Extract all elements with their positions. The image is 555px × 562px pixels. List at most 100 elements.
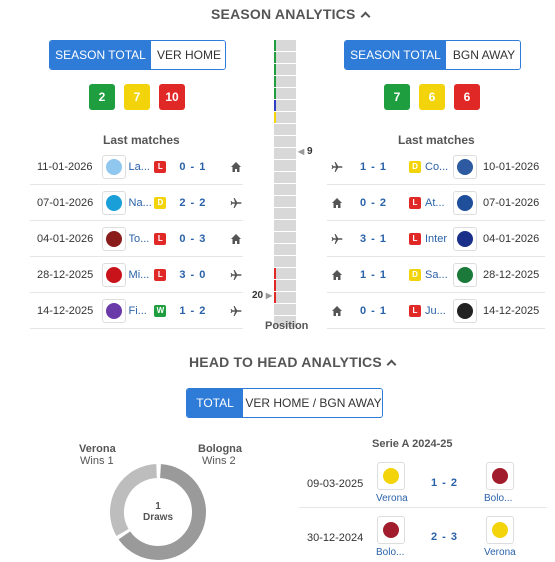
team-name[interactable]: To... [129,233,155,245]
team-name[interactable]: Inter [425,233,453,245]
position-zone-mark [274,280,276,291]
left-match-row[interactable]: 07-01-2026 Na... D 2 - 2 [30,185,243,221]
tab-h2h-ver-home-bgn-away[interactable]: VER HOME / BGN AWAY [243,389,382,417]
right-match-row[interactable]: 0 - 2 L At... 07-01-2026 [327,185,545,221]
h2h-home-team[interactable]: Bolo... [376,547,404,558]
position-zone-mark [274,64,276,75]
match-score[interactable]: 3 - 1 [360,233,404,245]
position-cell [274,244,296,255]
left-tabs: SEASON TOTAL VER HOME [49,40,226,70]
match-score[interactable]: 1 - 1 [360,161,404,173]
team-name[interactable]: Sa... [425,269,453,281]
match-score[interactable]: 1 - 2 [179,305,221,317]
position-marker-top: ◀ 9 [298,146,313,157]
tab-season-total-right[interactable]: SEASON TOTAL [345,41,446,69]
h2h-home-team[interactable]: Verona [376,493,408,504]
team-name[interactable]: La... [129,161,155,173]
team-crest [105,230,122,247]
position-cell [274,172,296,183]
home-team-logo-icon [377,462,405,490]
plane-icon [229,304,243,318]
team-logo-icon [101,190,126,215]
h2h-match-row[interactable]: 09-03-2025 Verona 1 - 2 Bolo... [299,458,547,508]
position-zone-mark [274,88,276,99]
right-match-row[interactable]: 1 - 1 D Co... 10-01-2026 [327,149,545,185]
h2h-match-date: 09-03-2025 [307,478,364,490]
position-marker-bottom: 20 ▶ [252,290,273,301]
right-tabs: SEASON TOTAL BGN AWAY [344,40,521,70]
result-badge: L [409,304,421,317]
h2h-match-score[interactable]: 1 - 2 [431,477,458,489]
team-name[interactable]: Co... [425,161,453,173]
right-losses-badge: 6 [454,84,480,110]
match-score[interactable]: 2 - 2 [179,197,221,209]
tab-ver-home[interactable]: VER HOME [151,41,225,69]
team-crest [457,302,473,319]
team-crest [457,158,473,175]
team-name[interactable]: Fi... [129,305,155,317]
position-cell [274,280,296,291]
team-name[interactable]: Ju... [425,305,453,317]
h2h-tabs: TOTAL VER HOME / BGN AWAY [186,388,383,418]
team-logo-icon [453,298,477,323]
plane-icon [330,232,344,246]
match-score[interactable]: 0 - 1 [179,161,221,173]
left-match-row[interactable]: 11-01-2026 La... L 0 - 1 [30,149,243,185]
match-score[interactable]: 1 - 1 [360,269,404,281]
tab-season-total-left[interactable]: SEASON TOTAL [50,41,151,69]
position-label: Position [265,320,309,332]
season-analytics-header[interactable]: SEASON ANALYTICS [211,6,370,22]
h2h-competition: Serie A 2024-25 [372,438,453,450]
team-crest [105,302,122,319]
right-match-row[interactable]: 0 - 1 L Ju... 14-12-2025 [327,293,545,329]
left-draws-badge: 7 [124,84,150,110]
match-date: 07-01-2026 [483,196,540,209]
h2h-draws-label: Draws [142,512,173,523]
h2h-away-team[interactable]: Bolo... [484,493,512,504]
team-logo-icon [101,154,126,179]
h2h-away-team[interactable]: Verona [484,547,516,558]
left-wins-badge: 2 [89,84,115,110]
tab-h2h-total[interactable]: TOTAL [187,389,243,417]
position-zone-mark [274,40,276,51]
left-match-row[interactable]: 04-01-2026 To... L 0 - 3 [30,221,243,257]
team-logo-icon [453,154,477,179]
position-cell [274,304,296,315]
position-zone-mark [274,52,276,63]
h2h-match-row[interactable]: 30-12-2024 Bolo... 2 - 3 Verona [299,512,547,562]
team-crest [457,194,473,211]
away-team-logo-icon [486,516,514,544]
match-score[interactable]: 0 - 3 [179,233,221,245]
team-crest [105,194,122,211]
position-zone-mark [274,76,276,87]
team-name[interactable]: Mi... [129,269,155,281]
left-match-row[interactable]: 14-12-2025 Fi... W 1 - 2 [30,293,243,329]
h2h-analytics-header[interactable]: HEAD TO HEAD ANALYTICS [189,354,397,370]
tab-bgn-away[interactable]: BGN AWAY [446,41,520,69]
result-badge: L [154,268,167,281]
team-logo-icon [453,190,477,215]
position-cell [274,184,296,195]
right-match-row[interactable]: 1 - 1 D Sa... 28-12-2025 [327,257,545,293]
left-match-row[interactable]: 28-12-2025 Mi... L 3 - 0 [30,257,243,293]
team-crest [105,158,122,175]
plane-icon [229,268,243,282]
match-score[interactable]: 0 - 2 [360,197,404,209]
home-icon [330,196,344,210]
position-cell [274,256,296,267]
team-name[interactable]: At... [425,197,453,209]
position-cell [274,124,296,135]
team-crest [457,230,473,247]
position-cell [274,148,296,159]
result-badge: L [154,160,167,173]
home-icon [229,160,243,174]
match-score[interactable]: 0 - 1 [360,305,404,317]
position-cell [274,64,296,75]
right-match-row[interactable]: 3 - 1 L Inter 04-01-2026 [327,221,545,257]
match-date: 04-01-2026 [483,232,540,245]
position-cell [274,112,296,123]
away-team-logo-icon [486,462,514,490]
team-name[interactable]: Na... [129,197,155,209]
match-score[interactable]: 3 - 0 [179,269,221,281]
h2h-match-score[interactable]: 2 - 3 [431,531,458,543]
